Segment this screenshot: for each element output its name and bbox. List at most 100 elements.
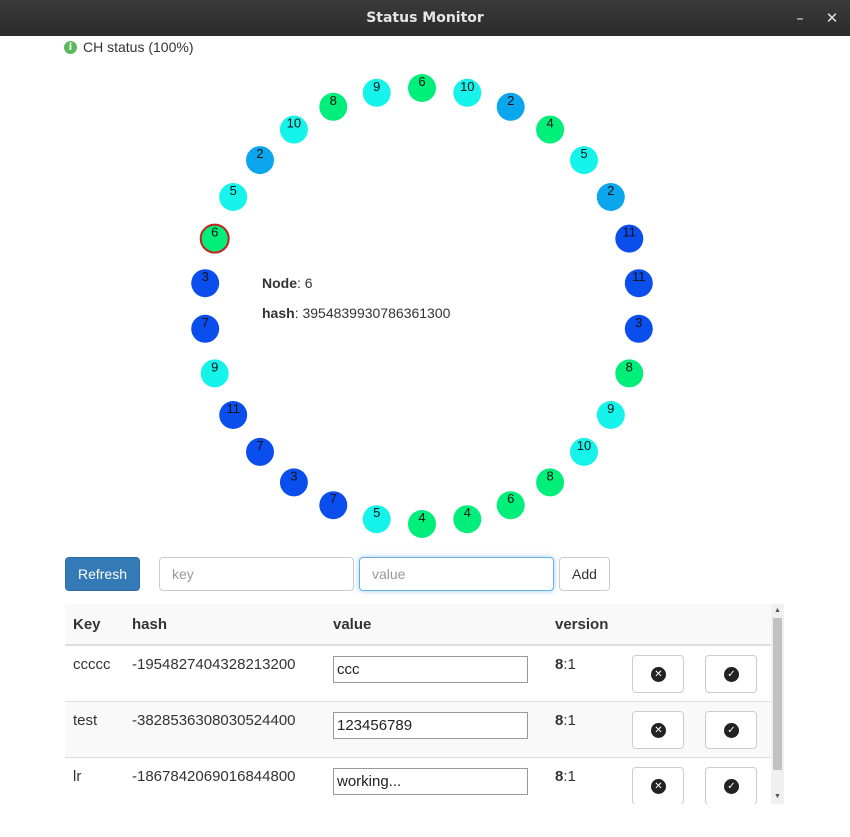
ring-node-label: 9 (607, 401, 614, 416)
ring-node-label: 2 (507, 93, 514, 108)
ring-node-label: 2 (607, 183, 614, 198)
ring-node[interactable]: 8 (615, 359, 644, 388)
delete-button[interactable]: ✕ (632, 766, 684, 804)
ring-node[interactable]: 2 (246, 146, 274, 175)
scrollbar-thumb[interactable] (773, 618, 782, 770)
ring-node-label: 8 (330, 93, 337, 108)
ring-node[interactable]: 2 (596, 183, 625, 211)
ring-node-label: 11 (632, 269, 646, 284)
delete-button[interactable]: ✕ (632, 655, 684, 693)
row-value-input[interactable] (333, 711, 528, 739)
kv-table-container: Key hash value version ccccc -19548274043… (65, 604, 784, 804)
add-button[interactable]: Add (559, 557, 610, 591)
node-value: 6 (304, 275, 313, 291)
col-delete-header (624, 604, 697, 646)
save-button[interactable]: ✓ (705, 655, 757, 693)
ring-node-label: 10 (577, 438, 591, 453)
ring-node-label: 4 (464, 505, 471, 520)
table-row: test-3828536308030524400 8:1 ✕ ✓ (65, 700, 771, 757)
ring-node[interactable]: 8 (319, 92, 348, 121)
row-hash: -1867842069016844800 (124, 756, 325, 804)
row-delete-cell: ✕ (624, 700, 697, 757)
ring-node-label: 4 (546, 116, 553, 131)
ring-node[interactable]: 9 (362, 78, 391, 107)
ring-node[interactable]: 10 (279, 116, 308, 144)
ring-node-label: 3 (635, 315, 642, 330)
row-hash: -3828536308030524400 (124, 700, 325, 757)
row-key: lr (65, 756, 124, 804)
ring-node[interactable]: 11 (624, 269, 653, 298)
remove-circle-icon: ✕ (651, 722, 666, 738)
row-value-cell (325, 756, 547, 804)
ring-node[interactable]: 4 (453, 505, 482, 534)
key-input[interactable] (159, 557, 354, 591)
row-version-minor: :1 (563, 711, 576, 729)
ring-node[interactable]: 3 (279, 468, 308, 497)
col-hash-header: hash (124, 604, 325, 646)
ring-node[interactable]: 11 (219, 401, 248, 429)
table-row: lr-1867842069016844800 8:1 ✕ ✓ (65, 756, 771, 804)
delete-button[interactable]: ✕ (632, 710, 684, 749)
ring-node-label: 9 (211, 359, 218, 374)
row-save-cell: ✓ (697, 756, 771, 804)
save-button[interactable]: ✓ (705, 766, 757, 804)
row-value-cell (325, 644, 547, 701)
row-delete-cell: ✕ (624, 644, 697, 701)
ring-node[interactable]: 2 (496, 92, 525, 121)
ring-node-selected[interactable]: 6 (199, 223, 230, 254)
table-scrollbar[interactable]: ▲ ▼ (771, 604, 784, 804)
ring-node[interactable]: 9 (200, 359, 229, 388)
ring-node[interactable]: 9 (596, 401, 625, 429)
ring-node-label: 3 (202, 269, 209, 284)
ok-circle-icon: ✓ (724, 722, 739, 738)
ring-node-label: 6 (211, 225, 218, 240)
ring-node[interactable]: 4 (536, 116, 565, 144)
node-info-node: Node: 6 (262, 275, 313, 291)
remove-circle-icon: ✕ (651, 667, 666, 682)
ring-node[interactable]: 7 (191, 314, 220, 343)
row-version-minor: :1 (563, 656, 576, 673)
ring-node-label: 11 (623, 225, 637, 240)
ring-node[interactable]: 11 (615, 224, 644, 253)
ring-node[interactable]: 10 (570, 437, 598, 466)
scroll-up-icon[interactable]: ▲ (771, 605, 784, 617)
ring-node-label: 6 (418, 74, 425, 89)
ring-node[interactable]: 7 (319, 491, 348, 520)
ring-node[interactable]: 5 (219, 183, 248, 211)
ring-node-label: 6 (507, 491, 514, 506)
ring-node-label: 5 (230, 183, 237, 198)
row-value-cell (325, 700, 547, 757)
ring-node[interactable]: 10 (453, 78, 482, 107)
ring-node[interactable]: 6 (496, 491, 525, 520)
ring-node[interactable]: 3 (624, 314, 653, 343)
ring-node-label: 5 (373, 505, 380, 520)
scroll-down-icon[interactable]: ▼ (771, 791, 784, 803)
ring-node-label: 7 (202, 315, 209, 330)
ring-node[interactable]: 6 (408, 74, 436, 102)
ring-node-label: 9 (373, 79, 380, 94)
node-info-panel: Node: 6 hash: 3954839930786361300 (262, 268, 450, 328)
node-info-hash: hash: 3954839930786361300 (262, 305, 451, 321)
ring-node[interactable]: 8 (536, 468, 565, 497)
ring-node[interactable]: 7 (246, 437, 274, 466)
row-value-input[interactable] (333, 656, 528, 683)
value-input[interactable] (359, 557, 554, 591)
row-value-input[interactable] (333, 767, 528, 795)
col-version-header: version (547, 604, 624, 646)
ok-circle-icon: ✓ (724, 667, 739, 682)
ring-node-label: 5 (580, 146, 587, 161)
ring-node-label: 10 (460, 79, 474, 94)
save-button[interactable]: ✓ (705, 710, 757, 749)
ring-node[interactable]: 4 (408, 510, 436, 538)
refresh-button[interactable]: Refresh (65, 557, 140, 591)
hash-label: hash (262, 305, 295, 321)
table-row: ccccc-1954827404328213200 8:1 ✕ ✓ (65, 644, 771, 701)
remove-circle-icon: ✕ (651, 778, 666, 794)
ring-node[interactable]: 3 (191, 269, 220, 298)
ring-node[interactable]: 5 (362, 505, 391, 534)
node-label: Node (262, 275, 297, 291)
ring-node[interactable]: 5 (570, 146, 598, 175)
ring-node-label: 8 (546, 468, 553, 483)
row-version: 8:1 (547, 644, 624, 701)
row-hash: -1954827404328213200 (124, 644, 325, 701)
